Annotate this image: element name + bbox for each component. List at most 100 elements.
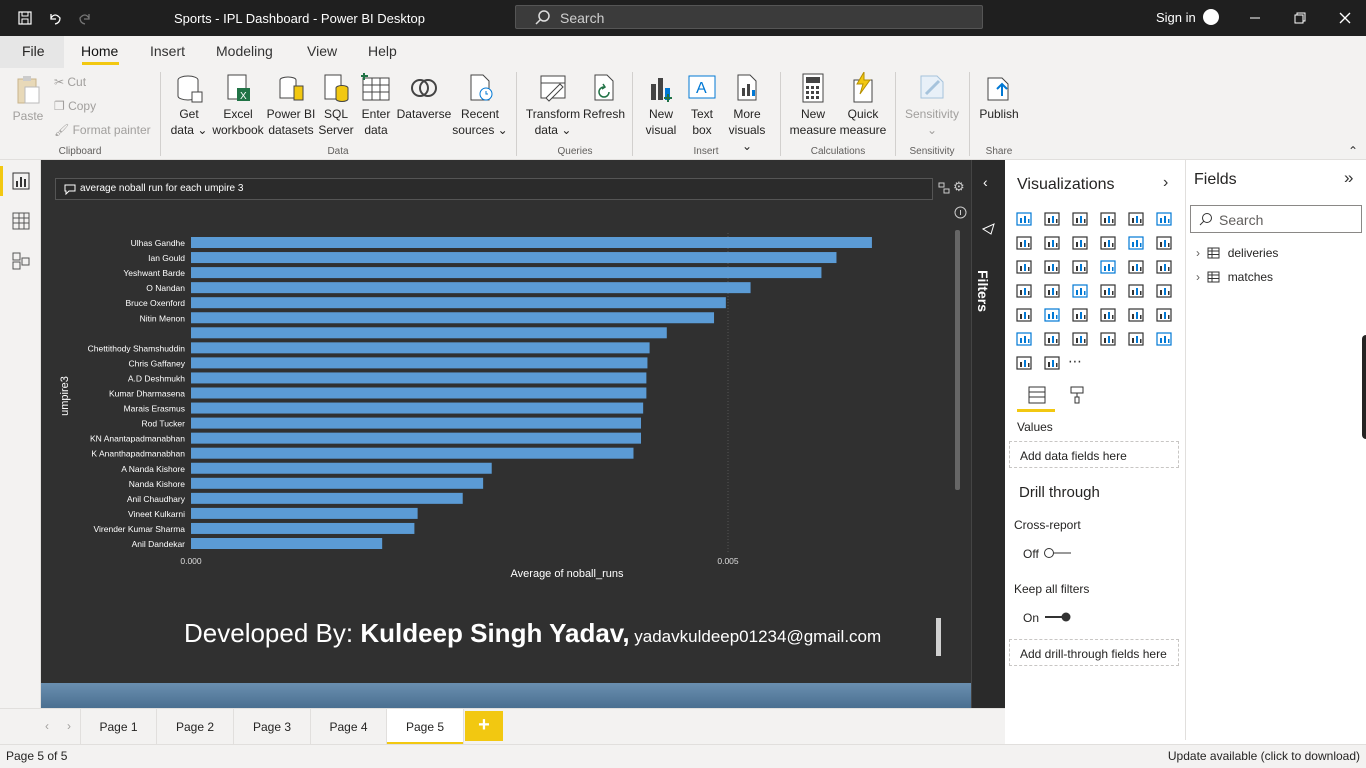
visual-type-icon[interactable] [1127,258,1145,276]
new-measure-button[interactable]: New measure [788,72,838,138]
more-visuals-button[interactable]: More visuals ⌄ [722,72,772,154]
more-visual-types-icon[interactable]: ⋯ [1068,353,1082,370]
tab-page-2[interactable]: Page 2 [157,709,234,745]
quick-measure-button[interactable]: Quick measure [838,72,888,138]
restore-icon[interactable] [1290,8,1310,28]
visual-type-icon[interactable] [1155,306,1173,324]
visual-type-icon[interactable] [1099,282,1117,300]
visual-type-icon[interactable] [1155,330,1173,348]
visual-type-icon[interactable] [1043,282,1061,300]
menu-home[interactable]: Home [81,43,118,59]
fields-well-icon[interactable] [1027,385,1047,405]
values-drop-zone[interactable]: Add data fields here [1009,441,1179,468]
visual-type-icon[interactable] [1043,210,1061,228]
menu-modeling[interactable]: Modeling [216,43,273,59]
minimize-icon[interactable] [1245,8,1265,28]
visual-type-icon[interactable] [1043,306,1061,324]
dataverse-button[interactable]: Dataverse [396,72,452,122]
sensitivity-button[interactable]: Sensitivity ⌄ [902,72,962,138]
collapse-ribbon-icon[interactable]: ⌃ [1348,144,1358,158]
format-painter-button[interactable]: 🖌 Format painter [54,123,151,137]
visual-type-icon[interactable] [1155,258,1173,276]
power-bi-datasets-button[interactable]: Power BI datasets [266,72,316,138]
avatar[interactable] [1203,9,1219,25]
drill-through-drop-zone[interactable]: Add drill-through fields here [1009,639,1179,666]
visual-type-icon[interactable] [1071,330,1089,348]
chevron-left-icon[interactable]: ‹ [983,174,988,190]
visual-type-icon[interactable] [1099,258,1117,276]
table-deliveries[interactable]: › deliveries [1196,246,1278,260]
visual-type-icon[interactable] [1043,354,1061,372]
visual-type-icon[interactable] [1043,258,1061,276]
visual-type-icon[interactable] [1015,282,1033,300]
menu-view[interactable]: View [307,43,337,59]
recent-sources-button[interactable]: Recent sources ⌄ [452,72,508,138]
filters-pane[interactable]: ‹ Filters [971,160,1005,708]
menu-insert[interactable]: Insert [150,43,185,59]
close-icon[interactable] [1335,8,1355,28]
visual-type-icon[interactable] [1127,234,1145,252]
paste-button[interactable]: Paste [10,74,46,124]
edge-handle[interactable] [1362,335,1366,439]
save-icon[interactable] [15,8,35,28]
redo-icon[interactable] [75,8,95,28]
chevron-right-icon[interactable]: › [1163,174,1168,192]
enter-data-button[interactable]: Enter data [356,72,396,138]
copy-button[interactable]: ❐ Copy [54,99,96,113]
visual-type-icon[interactable] [1071,234,1089,252]
visual-type-icon[interactable] [1015,330,1033,348]
new-visual-button[interactable]: New visual [640,72,682,138]
visual-type-icon[interactable] [1071,210,1089,228]
cut-button[interactable]: ✂ Cut [54,75,86,89]
cross-report-toggle[interactable] [1043,548,1073,558]
publish-button[interactable]: Publish [976,72,1022,122]
transform-data-button[interactable]: Transform data ⌄ [524,72,582,138]
sql-server-button[interactable]: SQL Server [316,72,356,138]
tab-page-3[interactable]: Page 3 [234,709,311,745]
undo-icon[interactable] [45,8,65,28]
visual-type-icon[interactable] [1099,210,1117,228]
update-available-link[interactable]: Update available (click to download) [1168,749,1360,763]
visual-type-icon[interactable] [1043,330,1061,348]
visual-type-icon[interactable] [1071,282,1089,300]
visual-type-icon[interactable] [1127,330,1145,348]
search-input[interactable]: Search [515,5,983,29]
visual-type-icon[interactable] [1099,234,1117,252]
visual-type-icon[interactable] [1127,306,1145,324]
visual-type-icon[interactable] [1099,306,1117,324]
visual-type-icon[interactable] [1015,210,1033,228]
data-view-icon[interactable] [12,212,30,230]
report-view-icon[interactable] [12,172,30,190]
visual-type-icon[interactable] [1099,330,1117,348]
visual-type-icon[interactable] [1155,234,1173,252]
visual-type-icon[interactable] [1127,282,1145,300]
visual-type-icon[interactable] [1015,234,1033,252]
tab-page-4[interactable]: Page 4 [311,709,387,745]
format-paint-icon[interactable] [1067,385,1087,405]
get-data-button[interactable]: Get data ⌄ [168,72,210,138]
vertical-scrollbar[interactable] [955,230,960,490]
add-page-button[interactable]: + [465,711,503,741]
keep-filters-toggle[interactable] [1043,612,1073,622]
menu-file[interactable]: File [0,36,64,68]
excel-workbook-button[interactable]: X Excel workbook [210,72,266,138]
text-box-button[interactable]: A Text box [682,72,722,138]
visual-type-icon[interactable] [1071,258,1089,276]
visual-type-icon[interactable] [1155,282,1173,300]
visual-type-icon[interactable] [1071,306,1089,324]
visual-type-icon[interactable] [1127,210,1145,228]
visual-type-icon[interactable] [1015,306,1033,324]
menu-help[interactable]: Help [368,43,397,59]
visual-type-icon[interactable] [1015,354,1033,372]
fields-search-input[interactable]: Search [1190,205,1362,233]
sign-in-link[interactable]: Sign in [1156,10,1196,25]
tab-page-1[interactable]: Page 1 [80,709,157,745]
visual-type-icon[interactable] [1043,234,1061,252]
prev-page-icon[interactable]: ‹ [45,719,49,733]
collapse-fields-icon[interactable]: » [1344,168,1353,188]
table-matches[interactable]: › matches [1196,270,1273,284]
visual-type-icon[interactable] [1155,210,1173,228]
refresh-button[interactable]: Refresh [582,72,626,122]
next-page-icon[interactable]: › [67,719,71,733]
model-view-icon[interactable] [12,252,30,270]
